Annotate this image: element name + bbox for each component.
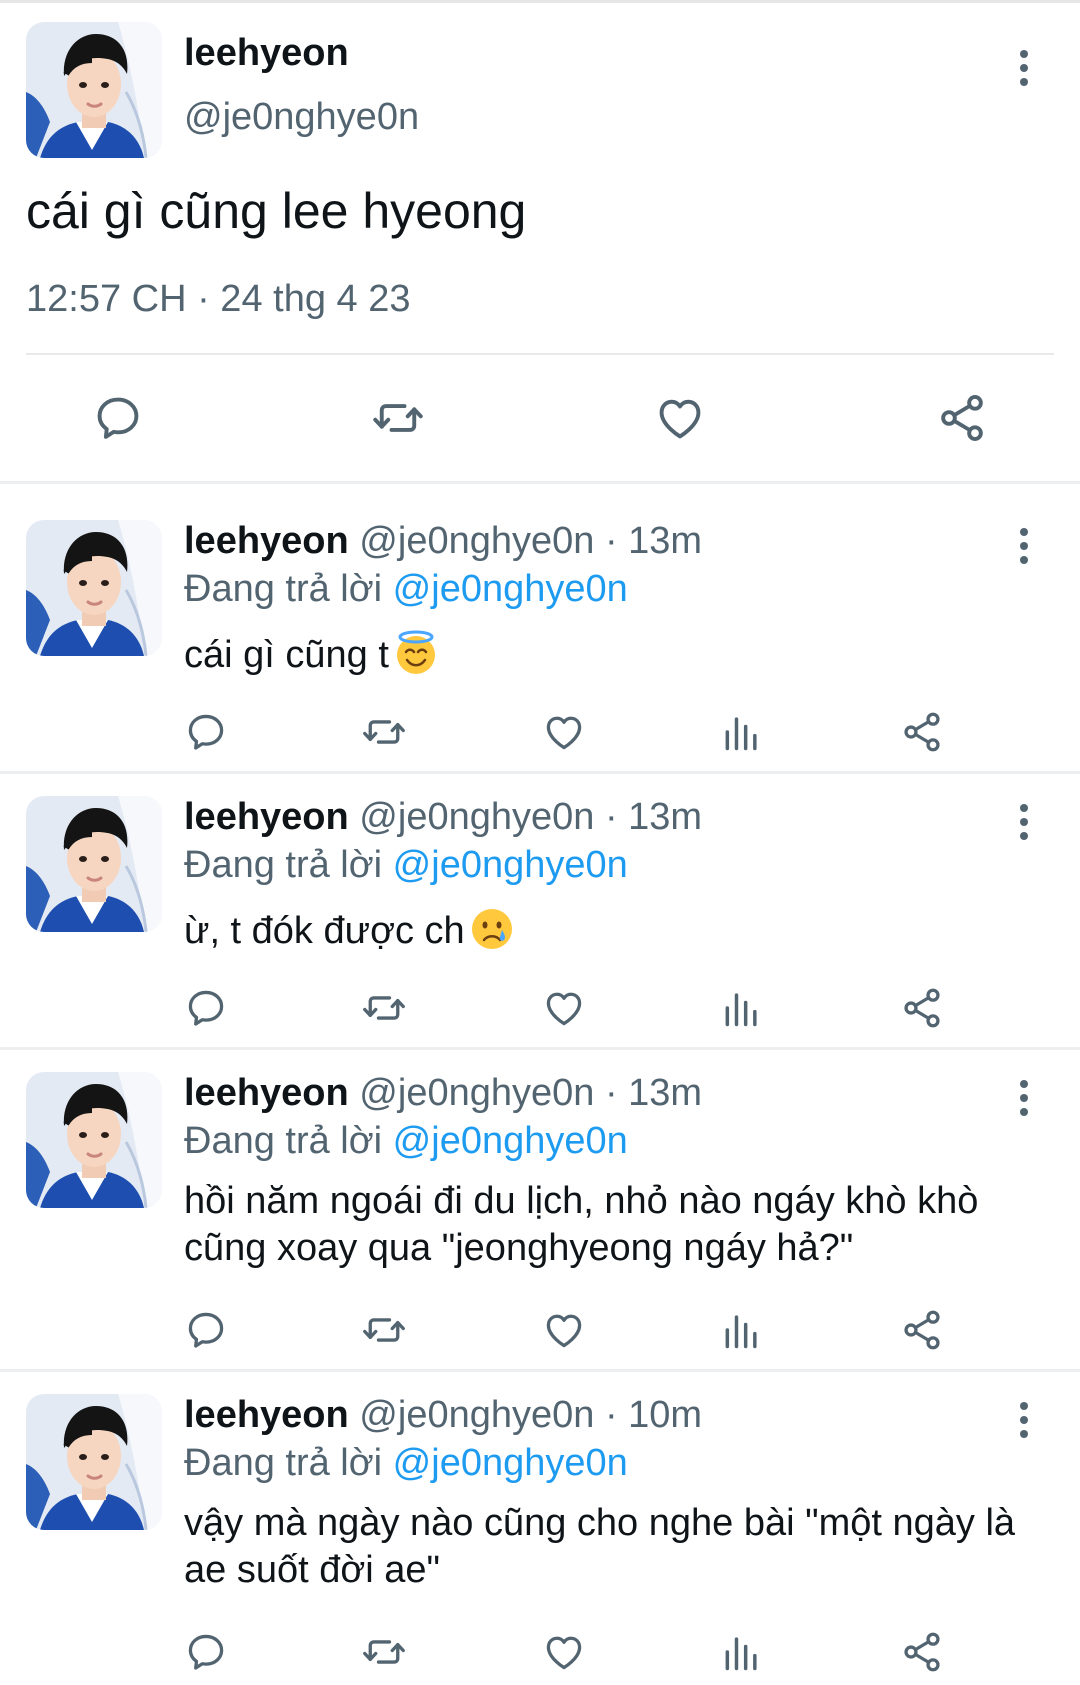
retweet-icon[interactable]: [362, 1630, 406, 1674]
more-options-icon[interactable]: [1014, 802, 1034, 842]
handle-and-time: @je0nghye0n · 10m: [359, 1394, 703, 1436]
tweet-meta: leehyeon @je0nghye0n · 13m: [184, 796, 702, 839]
main-tweet: leehyeon @je0nghye0n cái gì cũng lee hye…: [0, 0, 1080, 484]
views-stats-icon[interactable]: [720, 1308, 764, 1352]
replying-to: Đang trả lời @je0nghye0n: [184, 844, 628, 887]
author-name[interactable]: leehyeon: [184, 32, 349, 75]
share-icon[interactable]: [900, 986, 944, 1030]
like-icon[interactable]: [542, 1630, 586, 1674]
smiling-face-with-halo-icon: [393, 630, 439, 676]
retweet-icon[interactable]: [362, 1308, 406, 1352]
replying-label: Đang trả lời: [184, 1442, 383, 1484]
tweet-text: hồi năm ngoái đi du lịch, nhỏ nào ngáy k…: [184, 1180, 979, 1269]
reply-icon[interactable]: [184, 1308, 228, 1352]
reply-icon[interactable]: [92, 392, 144, 444]
mention-link[interactable]: @je0nghye0n: [393, 1442, 628, 1484]
replying-to: Đang trả lời @je0nghye0n: [184, 1120, 628, 1163]
views-stats-icon[interactable]: [720, 986, 764, 1030]
tweet-text: cái gì cũng t: [184, 630, 1054, 679]
mention-link[interactable]: @je0nghye0n: [393, 568, 628, 610]
divider: [26, 353, 1054, 355]
share-icon[interactable]: [900, 1630, 944, 1674]
retweet-icon[interactable]: [362, 710, 406, 754]
avatar[interactable]: [26, 22, 162, 158]
tweet-text-content: ừ, t đók được ch: [184, 910, 465, 952]
tweet-text: vậy mà ngày nào cũng cho nghe bài "một n…: [184, 1502, 1016, 1591]
tweet-text-content: cái gì cũng t: [184, 634, 389, 676]
more-options-icon[interactable]: [1014, 1078, 1034, 1118]
reply-icon[interactable]: [184, 1630, 228, 1674]
author-handle[interactable]: @je0nghye0n: [184, 96, 419, 139]
author-name[interactable]: leehyeon: [184, 796, 349, 838]
reply-tweet[interactable]: leehyeon @je0nghye0n · 13m Đang trả lời …: [0, 1050, 1080, 1372]
share-icon[interactable]: [900, 1308, 944, 1352]
handle-and-time: @je0nghye0n · 13m: [359, 1072, 703, 1114]
replying-to: Đang trả lời @je0nghye0n: [184, 568, 628, 611]
views-stats-icon[interactable]: [720, 710, 764, 754]
replying-label: Đang trả lời: [184, 1120, 383, 1162]
avatar[interactable]: [26, 796, 162, 932]
tweet-text: ừ, t đók được ch: [184, 906, 1054, 955]
author-name[interactable]: leehyeon: [184, 520, 349, 562]
reply-icon[interactable]: [184, 986, 228, 1030]
handle-and-time: @je0nghye0n · 13m: [359, 520, 703, 562]
tweet-timestamp: 12:57 CH · 24 thg 4 23: [26, 278, 411, 320]
author-name[interactable]: leehyeon: [184, 1394, 349, 1436]
views-stats-icon[interactable]: [720, 1630, 764, 1674]
more-options-icon[interactable]: [1014, 48, 1034, 88]
reply-icon[interactable]: [184, 710, 228, 754]
more-options-icon[interactable]: [1014, 1400, 1034, 1440]
like-icon[interactable]: [542, 986, 586, 1030]
replying-to: Đang trả lời @je0nghye0n: [184, 1442, 628, 1485]
reply-tweet[interactable]: leehyeon @je0nghye0n · 13m Đang trả lời …: [0, 484, 1080, 774]
crying-face-icon: [469, 906, 515, 952]
tweet-meta: leehyeon @je0nghye0n · 13m: [184, 520, 702, 563]
retweet-icon[interactable]: [372, 392, 424, 444]
like-icon[interactable]: [654, 392, 706, 444]
avatar[interactable]: [26, 1394, 162, 1530]
handle-and-time: @je0nghye0n · 13m: [359, 796, 703, 838]
share-icon[interactable]: [900, 710, 944, 754]
tweet-meta: leehyeon @je0nghye0n · 10m: [184, 1394, 702, 1437]
avatar[interactable]: [26, 520, 162, 656]
retweet-icon[interactable]: [362, 986, 406, 1030]
reply-tweet[interactable]: leehyeon @je0nghye0n · 10m Đang trả lời …: [0, 1372, 1080, 1685]
tweet-text: cái gì cũng lee hyeong: [26, 183, 527, 239]
author-name[interactable]: leehyeon: [184, 1072, 349, 1114]
more-options-icon[interactable]: [1014, 526, 1034, 566]
replying-label: Đang trả lời: [184, 844, 383, 886]
like-icon[interactable]: [542, 710, 586, 754]
mention-link[interactable]: @je0nghye0n: [393, 1120, 628, 1162]
share-icon[interactable]: [936, 392, 988, 444]
mention-link[interactable]: @je0nghye0n: [393, 844, 628, 886]
tweet-meta: leehyeon @je0nghye0n · 13m: [184, 1072, 702, 1115]
like-icon[interactable]: [542, 1308, 586, 1352]
avatar[interactable]: [26, 1072, 162, 1208]
replying-label: Đang trả lời: [184, 568, 383, 610]
reply-tweet[interactable]: leehyeon @je0nghye0n · 13m Đang trả lời …: [0, 774, 1080, 1050]
